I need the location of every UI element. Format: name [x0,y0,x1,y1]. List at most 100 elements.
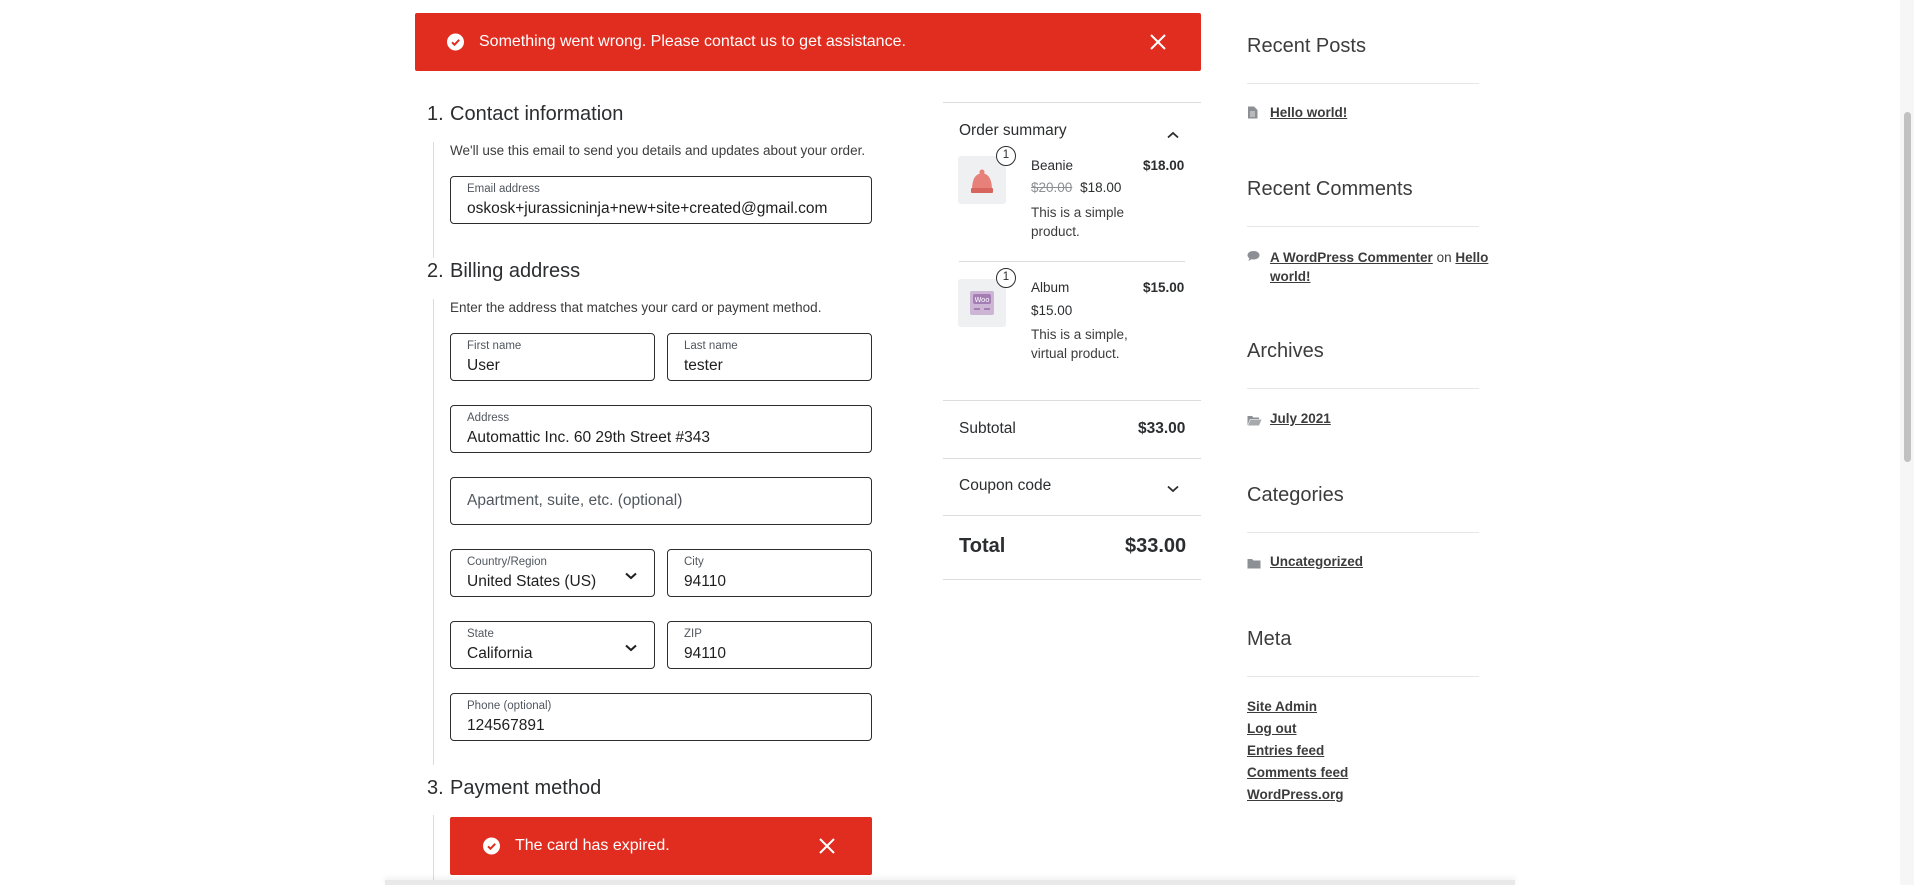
sidebar-divider [1247,532,1479,533]
check-circle-icon [447,33,464,51]
billing-section-title: Billing address [450,260,581,282]
state-label: State [467,628,494,640]
sidebar-divider [1247,226,1479,227]
sidebar-divider [1247,676,1479,677]
recent-posts-title: Recent Posts [1247,35,1366,57]
step-connector [433,299,434,765]
meta-link-log-out[interactable]: Log out [1247,721,1296,736]
total-value: $33.00 [1125,535,1187,557]
sale-price: $18.00 [1080,180,1122,195]
subtotal-label: Subtotal [959,420,1016,437]
meta-link-wordpress-org[interactable]: WordPress.org [1247,787,1344,802]
coupon-code-toggle[interactable]: Coupon code [959,477,1051,495]
meta-title: Meta [1247,628,1292,650]
subtotal-value: $33.00 [1138,420,1186,437]
first-name-field[interactable]: First name User [450,333,655,381]
recent-post-link[interactable]: Hello world! [1270,105,1347,120]
zip-value: 94110 [684,645,726,662]
payment-section-title: Payment method [450,777,602,799]
payment-error-text: The card has expired. [515,837,670,854]
billing-description: Enter the address that matches your card… [450,300,822,315]
archive-link[interactable]: July 2021 [1270,411,1331,426]
state-select[interactable]: State California [450,621,655,669]
check-circle-icon [483,837,500,855]
first-name-value: User [467,357,500,374]
country-value: United States (US) [467,573,597,590]
summary-divider [943,400,1201,401]
close-icon[interactable] [818,837,836,855]
quantity-badge: 1 [996,268,1016,288]
email-label: Email address [467,183,540,195]
city-value: 94110 [684,573,726,590]
city-label: City [684,556,704,568]
country-select[interactable]: Country/Region United States (US) [450,549,655,597]
last-name-field[interactable]: Last name tester [667,333,872,381]
meta-link-comments-feed[interactable]: Comments feed [1247,765,1348,780]
album-thumbnail: Woo [958,279,1006,327]
item-description-line: This is a simple [1031,205,1125,220]
last-name-value: tester [684,357,723,374]
chevron-down-icon [624,568,638,586]
item-total: $15.00 [1143,280,1185,295]
item-total: $18.00 [1143,158,1185,173]
chevron-down-icon [624,640,638,658]
quantity-badge: 1 [996,146,1016,166]
chevron-down-icon[interactable] [1166,481,1180,499]
item-name: Beanie [1031,158,1074,173]
categories-title: Categories [1247,484,1344,506]
contact-section-title: Contact information [450,103,624,125]
category-link[interactable]: Uncategorized [1270,554,1363,569]
item-description-line: virtual product. [1031,346,1120,361]
document-icon [1247,106,1258,124]
address-value: Automattic Inc. 60 29th Street #343 [467,429,710,446]
recent-comments-title: Recent Comments [1247,178,1413,200]
comment-post-link[interactable]: Hello [1455,250,1488,265]
scrollbar-track[interactable] [1900,0,1914,885]
bottom-bar-shadow [385,880,1515,885]
step-connector [433,142,434,258]
comment-on-text: on [1436,250,1452,265]
item-description: This is a simple, virtual product. [1031,325,1128,363]
step-number-payment: 3. [427,777,444,799]
item-price-line: $15.00 [1031,303,1073,318]
recent-comment: A WordPress Commenter on Hello world! [1270,248,1488,286]
zip-label: ZIP [684,628,702,640]
comment-icon [1247,249,1260,267]
comment-post-link[interactable]: world! [1270,267,1488,286]
country-label: Country/Region [467,556,547,568]
scrollbar-thumb[interactable] [1904,112,1911,462]
apartment-field[interactable]: Apartment, suite, etc. (optional) [450,477,872,525]
item-name: Album [1031,280,1070,295]
meta-link-site-admin[interactable]: Site Admin [1247,699,1317,714]
regular-price: $20.00 [1031,180,1073,195]
chevron-up-icon[interactable] [1166,127,1180,145]
summary-divider [943,579,1201,580]
sidebar-divider [1247,83,1479,84]
folder-icon [1247,556,1261,574]
folder-open-icon [1247,413,1262,431]
archives-title: Archives [1247,340,1324,362]
error-notice-top: Something went wrong. Please contact us … [415,13,1201,71]
zip-field[interactable]: ZIP 94110 [667,621,872,669]
first-name-label: First name [467,340,522,352]
total-label: Total [959,535,1006,557]
phone-field[interactable]: Phone (optional) 124567891 [450,693,872,741]
email-field[interactable]: Email address oskosk+jurassicninja+new+s… [450,176,872,224]
close-icon[interactable] [1149,33,1167,51]
meta-link-entries-feed[interactable]: Entries feed [1247,743,1324,758]
address-field[interactable]: Address Automattic Inc. 60 29th Street #… [450,405,872,453]
email-value: oskosk+jurassicninja+new+site+created@gm… [467,200,828,217]
error-notice-text: Something went wrong. Please contact us … [479,33,906,50]
summary-divider [943,102,1201,103]
city-field[interactable]: City 94110 [667,549,872,597]
address-label: Address [467,412,510,424]
item-price-line: $20.00 $18.00 [1031,180,1121,195]
state-value: California [467,645,533,662]
step-number-contact: 1. [427,103,444,125]
order-summary-title: Order summary [959,122,1067,139]
phone-label: Phone (optional) [467,700,552,712]
comment-author-link[interactable]: A WordPress Commenter [1270,250,1433,265]
item-description: This is a simple product. [1031,203,1124,241]
payment-error-notice: The card has expired. [450,817,872,875]
step-connector [433,815,434,885]
